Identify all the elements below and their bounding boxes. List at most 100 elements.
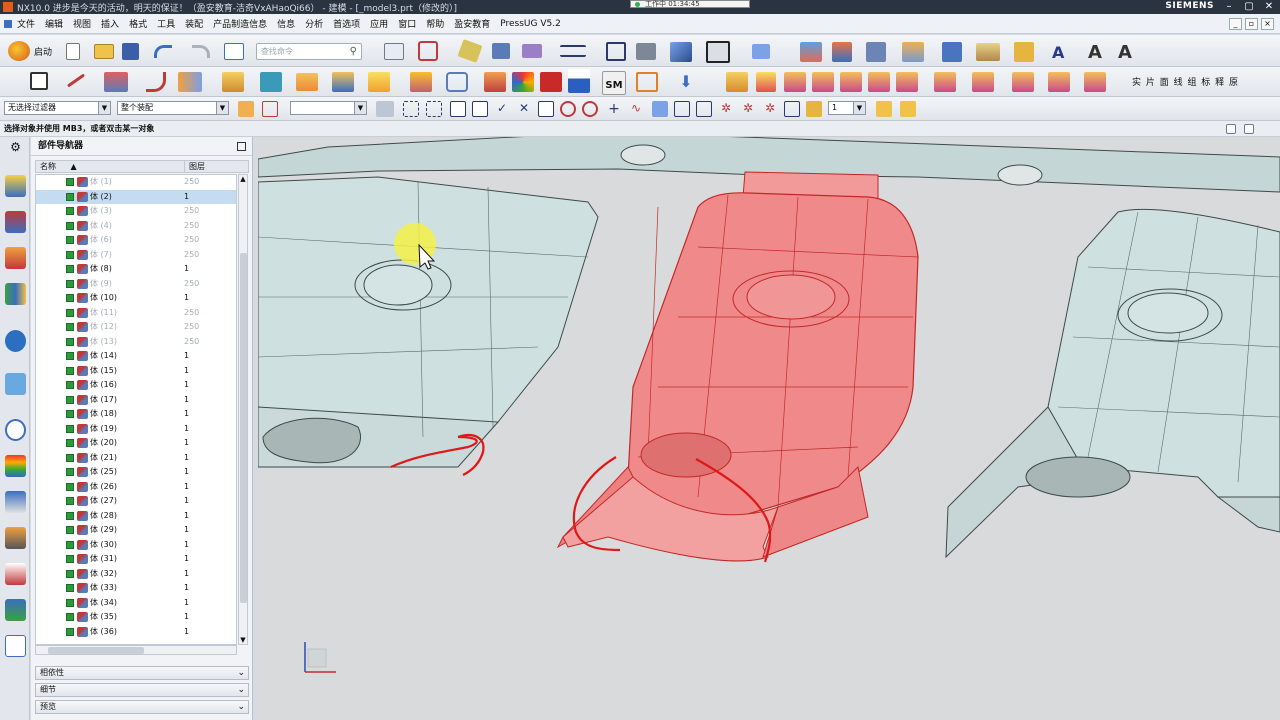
section-view-icon[interactable] [752, 44, 770, 59]
point-on-face-icon[interactable] [652, 101, 668, 117]
block-icon[interactable] [332, 72, 354, 92]
menu-file[interactable]: 文件 [12, 17, 40, 30]
checkbox-icon[interactable] [66, 236, 74, 244]
open-folder-icon[interactable] [94, 44, 114, 59]
tree-row[interactable]: 体 (29) 1 [36, 523, 236, 538]
tree-row[interactable]: 体 (7) 250 [36, 248, 236, 263]
panel-dependencies[interactable]: 相依性 ⌄ [35, 666, 249, 680]
edge-blend-icon[interactable] [410, 72, 432, 92]
mid-point-icon[interactable] [472, 101, 488, 117]
move-icon[interactable] [457, 39, 483, 63]
curve-icon[interactable] [146, 72, 166, 92]
tree-row[interactable]: 体 (30) 1 [36, 538, 236, 553]
layer-settings-icon[interactable] [384, 43, 404, 60]
checkbox-icon[interactable] [66, 540, 74, 549]
checkbox-icon[interactable] [66, 192, 74, 201]
tree-row[interactable]: 体 (3) 250 [36, 204, 236, 219]
assembly-navigator-icon[interactable] [5, 175, 26, 197]
mold-icon-6[interactable] [868, 72, 890, 92]
background-icon[interactable] [706, 41, 730, 63]
tool-icon-2[interactable] [900, 101, 916, 117]
free-icon[interactable] [568, 69, 590, 93]
checkbox-icon[interactable] [66, 352, 74, 360]
tree-view[interactable]: 体 (1) 250 体 (2) 1 体 (3) 250 体 (4) 250 体 (6) 250 体 … [35, 174, 237, 645]
snap-icon[interactable] [418, 41, 438, 61]
line-icon[interactable] [66, 73, 86, 88]
tree-row[interactable]: 体 (25) 1 [36, 465, 236, 480]
tree-row[interactable]: 体 (9) 250 [36, 277, 236, 292]
mold-icon-2[interactable] [756, 72, 776, 92]
roles-icon[interactable] [5, 599, 26, 621]
checkbox-icon[interactable] [66, 569, 74, 578]
mold-icon-9[interactable] [972, 72, 994, 92]
tree-row[interactable]: 体 (16) 1 [36, 378, 236, 393]
scroll-down-icon[interactable]: ▼ [239, 636, 247, 644]
tree-row[interactable]: 体 (17) 1 [36, 393, 236, 408]
menu-application[interactable]: 应用 [365, 17, 393, 30]
checkbox-icon[interactable] [66, 323, 74, 331]
point-on-curve-icon[interactable]: ∿ [628, 101, 644, 117]
checkbox-icon[interactable] [66, 294, 74, 302]
menu-insert[interactable]: 插入 [96, 17, 124, 30]
mold-icon-1[interactable] [726, 72, 748, 92]
book-icon[interactable] [178, 72, 202, 92]
menu-preferences[interactable]: 首选项 [328, 17, 365, 30]
sketch-rect-icon[interactable] [30, 72, 48, 90]
redo-icon[interactable] [192, 45, 210, 58]
checkbox-icon[interactable] [66, 497, 74, 505]
tool-icon-1[interactable] [876, 101, 892, 117]
tree-row[interactable]: 体 (28) 1 [36, 509, 236, 524]
checkbox-icon[interactable] [66, 598, 74, 607]
cross-icon-1[interactable]: ✲ [718, 101, 734, 117]
text-icon-2[interactable]: A [1088, 42, 1108, 63]
checkbox-icon[interactable] [66, 468, 74, 476]
tree-row[interactable]: 体 (6) 250 [36, 233, 236, 248]
start-label[interactable]: 启动 [34, 45, 52, 58]
feature-icon-6[interactable] [976, 43, 1000, 61]
model-view[interactable] [258, 137, 1280, 720]
checkbox-icon[interactable] [66, 511, 74, 520]
tree-row[interactable]: 体 (35) 1 [36, 610, 236, 625]
constraint-navigator-icon[interactable] [5, 211, 26, 233]
command-search-input[interactable]: 查找命令 ⚲ [256, 43, 362, 60]
menu-info[interactable]: 信息 [272, 17, 300, 30]
doc-close-button[interactable]: × [1261, 18, 1274, 30]
checkbox-icon[interactable] [66, 366, 74, 375]
save-icon[interactable] [122, 43, 139, 60]
sheet-icon[interactable] [636, 72, 658, 92]
bar-icon[interactable] [696, 101, 712, 117]
vertical-scrollbar[interactable]: ▲ ▼ [238, 174, 248, 645]
menu-tools[interactable]: 工具 [152, 17, 180, 30]
tree-row[interactable]: 体 (20) 1 [36, 436, 236, 451]
tree-row[interactable]: 体 (1) 250 [36, 175, 236, 190]
snap-select[interactable]: ▼ [290, 101, 367, 115]
menu-yingan[interactable]: 盈安教育 [449, 17, 495, 30]
feature-icon-7[interactable] [1014, 42, 1034, 62]
start-icon[interactable] [8, 41, 30, 61]
fit-icon[interactable] [606, 42, 626, 61]
checkbox-icon[interactable] [66, 424, 74, 433]
mold-icon-5[interactable] [840, 72, 862, 92]
tree-row[interactable]: 体 (19) 1 [36, 422, 236, 437]
column-layer-header[interactable]: 图层 [184, 161, 205, 172]
checkbox-icon[interactable] [66, 453, 74, 462]
down-arrow-icon[interactable]: ⬇ [676, 72, 696, 92]
tree-row[interactable]: 体 (13) 250 [36, 335, 236, 350]
hscroll-thumb[interactable] [48, 647, 144, 654]
cross-icon-3[interactable]: ✲ [762, 101, 778, 117]
tree-row[interactable]: 体 (4) 250 [36, 219, 236, 234]
undo-icon[interactable] [154, 45, 172, 58]
tree-row[interactable]: 体 (10) 1 [36, 291, 236, 306]
checkbox-icon[interactable] [66, 308, 74, 317]
orient-icon[interactable] [492, 43, 510, 59]
existing-point-icon[interactable]: + [606, 101, 622, 117]
checkbox-icon[interactable] [66, 250, 74, 259]
menu-window[interactable]: 窗口 [393, 17, 421, 30]
tree-row[interactable]: 体 (15) 1 [36, 364, 236, 379]
grid-icon[interactable] [784, 101, 800, 117]
checkbox-icon[interactable] [66, 207, 74, 215]
menu-edit[interactable]: 编辑 [40, 17, 68, 30]
maximize-button[interactable]: ▢ [1242, 0, 1256, 13]
sm-icon[interactable]: SM [602, 71, 626, 95]
tree-row[interactable]: 体 (27) 1 [36, 494, 236, 509]
